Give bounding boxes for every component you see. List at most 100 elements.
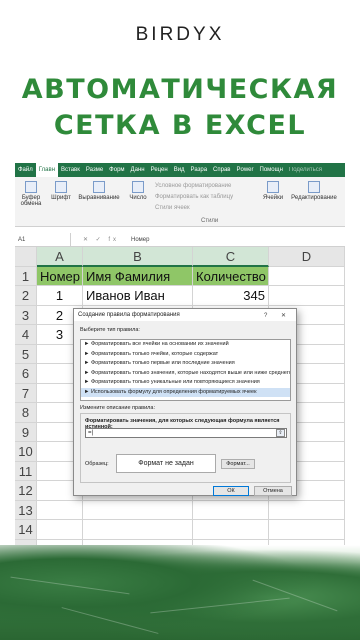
table-row: 1 Номер Имя Фамилия Количество [15,266,345,286]
grid-cell[interactable] [269,520,345,540]
grid-cell[interactable]: 1 [37,286,83,306]
preview-label: Образец: [85,461,109,467]
column-header-a[interactable]: A [37,247,83,267]
tab-data[interactable]: Данн [128,167,148,173]
brand-logo: BIRDYX [135,24,225,45]
rule-type-item[interactable]: ► Форматировать только значения, которые… [81,369,290,379]
row-header[interactable]: 7 [15,383,37,403]
font-label: Шрифт [51,195,71,201]
alignment-group[interactable]: Выравнивание [75,181,123,201]
tab-developer[interactable]: Разра [188,167,211,173]
tab-power[interactable]: Power [234,167,257,173]
dialog-title: Создание правила форматирования [78,312,180,318]
formula-bar: A1 ✕ ✓ fx Номер [15,232,345,247]
clipboard-label: Буфер обмена [20,195,42,207]
row-header[interactable]: 1 [15,266,37,286]
grid-cell[interactable] [37,520,83,540]
dialog-titlebar: Создание правила форматирования ? ✕ [74,309,296,321]
table-row: 14 [15,520,345,540]
column-header-c[interactable]: C [193,247,269,267]
grid-cell[interactable] [193,520,269,540]
rule-formula-value: =| [88,430,94,436]
grid-cell[interactable] [37,500,83,520]
formula-input[interactable]: Номер [131,237,149,243]
tab-help[interactable]: Справ [210,167,233,173]
cells-icon [267,181,279,193]
grid-cell[interactable]: Количество [193,266,269,286]
range-select-icon[interactable]: ⇧ [276,429,285,437]
new-formatting-rule-dialog: Создание правила форматирования ? ✕ Выбе… [73,308,297,496]
clipboard-group[interactable]: Буфер обмена [17,181,45,207]
grid-cell[interactable]: Имя Фамилия [83,266,193,286]
rule-type-item[interactable]: ► Форматировать только ячейки, которые с… [81,350,290,360]
row-header[interactable]: 8 [15,403,37,423]
format-button[interactable]: Формат... [221,459,255,469]
rule-type-item[interactable]: ► Форматировать все ячейки на основании … [81,340,290,350]
share-button[interactable]: Поделиться [286,167,325,173]
grid-cell[interactable] [269,286,345,306]
tab-file[interactable]: Файл [15,167,36,173]
headline: АВТОМАТИЧЕСКАЯ СЕТКА В EXCEL [0,72,360,144]
row-header[interactable]: 10 [15,442,37,462]
cells-label: Ячейки [262,195,284,201]
font-group[interactable]: Шрифт [49,181,73,201]
cells-group[interactable]: Ячейки [261,181,285,201]
alignment-label: Выравнивание [78,195,120,201]
tab-layout[interactable]: Разме [83,167,106,173]
select-all-corner[interactable] [15,247,37,267]
row-header[interactable]: 14 [15,520,37,540]
row-header[interactable]: 3 [15,305,37,325]
editing-label: Редактирование [291,195,337,201]
rule-type-list: ► Форматировать все ячейки на основании … [80,339,291,401]
grid-cell[interactable]: 345 [193,286,269,306]
tab-formulas[interactable]: Форм [106,167,127,173]
rule-type-item[interactable]: ► Форматировать только первые или послед… [81,359,290,369]
row-header[interactable]: 2 [15,286,37,306]
tab-view[interactable]: Вид [171,167,188,173]
row-header[interactable]: 4 [15,325,37,345]
tab-assistant[interactable]: Помощн [257,167,286,173]
row-header[interactable]: 9 [15,422,37,442]
tab-review[interactable]: Рецен [148,167,171,173]
column-header-d[interactable]: D [269,247,345,267]
grid-cell[interactable]: Номер [37,266,83,286]
ribbon-tabs: Файл Главн Вставк Разме Форм Данн Рецен … [15,163,345,177]
format-preview: Формат не задан [116,454,216,473]
styles-label: Стили [201,218,219,224]
rule-formula-input[interactable]: =| ⇧ [85,428,287,438]
ok-button[interactable]: ОК [213,486,249,496]
column-headers: A B C D [15,247,345,267]
headline-line-1: АВТОМАТИЧЕСКАЯ [21,74,339,105]
format-as-table-button[interactable]: Форматировать как таблицу [155,192,233,203]
row-header[interactable]: 5 [15,344,37,364]
row-header[interactable]: 13 [15,500,37,520]
formula-controls[interactable]: ✕ ✓ fx [71,236,131,243]
rule-type-item[interactable]: ► Форматировать только уникальные или по… [81,378,290,388]
row-header[interactable]: 12 [15,481,37,501]
grid-cell[interactable] [193,500,269,520]
cell-styles-button[interactable]: Стили ячеек [155,203,233,214]
column-header-b[interactable]: B [83,247,193,267]
tab-insert[interactable]: Вставк [58,167,83,173]
cancel-button[interactable]: Отмена [254,486,292,496]
ribbon: Буфер обмена Шрифт Выравнивание Число Ус… [15,177,345,227]
grid-cell[interactable] [269,500,345,520]
font-icon [55,181,67,193]
grid-cell[interactable]: Иванов Иван [83,286,193,306]
number-label: Число [129,195,147,201]
number-group[interactable]: Число [127,181,149,201]
grid-cell[interactable] [83,520,193,540]
row-header[interactable]: 11 [15,461,37,481]
alignment-icon [93,181,105,193]
grid-cell[interactable] [269,266,345,286]
dialog-close-controls[interactable]: ? ✕ [264,312,292,319]
tab-home[interactable]: Главн [35,163,59,177]
excel-window: Файл Главн Вставк Разме Форм Данн Рецен … [15,163,345,553]
row-header[interactable]: 6 [15,364,37,384]
editing-group[interactable]: Редактирование [289,181,339,201]
grid-cell[interactable] [83,500,193,520]
conditional-formatting-button[interactable]: Условное форматирование [155,181,233,192]
rule-type-item-selected[interactable]: ► Использовать формулу для определения ф… [81,387,290,397]
name-box[interactable]: A1 [15,232,71,247]
edit-description-label: Измените описание правила: [80,405,155,411]
